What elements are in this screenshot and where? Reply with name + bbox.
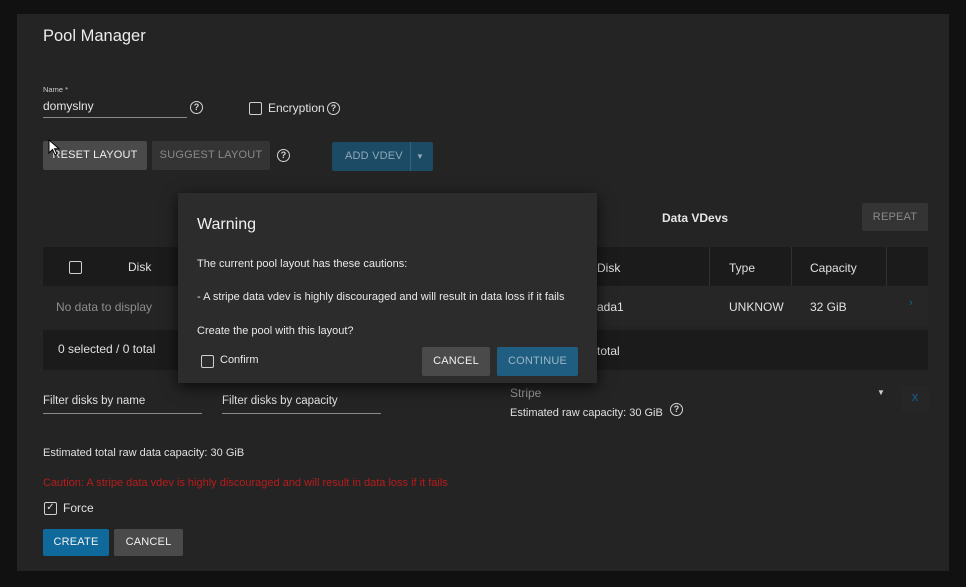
chevron-down-icon[interactable]: ▼ xyxy=(877,388,885,397)
mouse-cursor-icon xyxy=(48,139,60,156)
available-disks-empty-text: No data to display xyxy=(56,300,153,314)
row-disk: ada1 xyxy=(597,300,624,314)
data-vdevs-header xyxy=(597,247,928,286)
help-icon[interactable]: ? xyxy=(277,149,290,162)
available-disks-footer-text: 0 selected / 0 total xyxy=(58,342,156,356)
name-input[interactable]: domyslny xyxy=(43,99,187,113)
select-all-checkbox[interactable] xyxy=(69,261,82,274)
available-disks-header xyxy=(43,247,183,286)
data-vdevs-footer-text: total xyxy=(597,344,620,358)
confirm-label: Confirm xyxy=(220,354,259,366)
data-vdevs-title: Data VDevs xyxy=(662,211,729,225)
row-type: UNKNOW xyxy=(729,300,784,314)
row-capacity: 32 GiB xyxy=(810,300,847,314)
data-vdevs-column-type[interactable]: Type xyxy=(729,261,755,275)
dialog-title: Warning xyxy=(197,216,256,233)
data-vdevs-column-capacity[interactable]: Capacity xyxy=(810,261,857,275)
confirm-checkbox[interactable] xyxy=(201,355,214,368)
filter-disks-by-name-input[interactable]: Filter disks by name xyxy=(43,395,145,407)
dialog-continue-button[interactable]: CONTINUE xyxy=(497,347,578,376)
estimated-total-capacity: Estimated total raw data capacity: 30 Gi… xyxy=(43,447,245,459)
filter-capacity-underline xyxy=(222,413,381,414)
name-input-underline xyxy=(43,117,187,118)
suggest-layout-button[interactable]: SUGGEST LAYOUT xyxy=(152,141,270,170)
create-button[interactable]: CREATE xyxy=(43,529,109,556)
add-vdev-button[interactable]: ADD VDEV ▼ xyxy=(332,142,433,171)
remove-vdev-button[interactable]: X xyxy=(901,386,929,412)
encryption-checkbox[interactable] xyxy=(249,102,262,115)
force-label: Force xyxy=(63,501,94,515)
column-divider xyxy=(886,247,887,286)
dialog-line-2: - A stripe data vdev is highly discourag… xyxy=(197,291,565,303)
dialog-line-3: Create the pool with this layout? xyxy=(197,325,354,337)
filter-name-underline xyxy=(43,413,202,414)
add-vdev-label: ADD VDEV xyxy=(345,150,403,162)
help-icon[interactable]: ? xyxy=(670,403,683,416)
filter-disks-by-capacity-input[interactable]: Filter disks by capacity xyxy=(222,395,338,407)
page-title: Pool Manager xyxy=(43,27,146,45)
warning-dialog: Warning The current pool layout has thes… xyxy=(178,193,597,383)
caution-text: Caution: A stripe data vdev is highly di… xyxy=(43,477,448,489)
help-icon[interactable]: ? xyxy=(327,102,340,115)
available-disks-column-disk[interactable]: Disk xyxy=(128,260,151,274)
vdev-layout-select[interactable]: Stripe xyxy=(510,386,541,400)
cancel-button[interactable]: CANCEL xyxy=(114,529,183,556)
data-vdevs-column-disk[interactable]: Disk xyxy=(597,261,620,275)
chevron-right-icon[interactable]: › xyxy=(909,297,913,309)
repeat-button[interactable]: REPEAT xyxy=(862,203,928,231)
estimated-raw-capacity: Estimated raw capacity: 30 GiB xyxy=(510,407,663,419)
chevron-down-icon[interactable]: ▼ xyxy=(416,142,424,171)
column-divider xyxy=(709,247,710,286)
dialog-line-1: The current pool layout has these cautio… xyxy=(197,258,408,270)
column-divider xyxy=(791,247,792,286)
name-field-label: Name * xyxy=(43,85,69,94)
dialog-cancel-button[interactable]: CANCEL xyxy=(422,347,490,376)
data-vdevs-footer xyxy=(597,330,928,370)
force-checkbox[interactable]: ✓ xyxy=(44,502,57,515)
split-divider xyxy=(410,142,411,171)
encryption-label: Encryption xyxy=(268,101,325,115)
help-icon[interactable]: ? xyxy=(190,101,203,114)
